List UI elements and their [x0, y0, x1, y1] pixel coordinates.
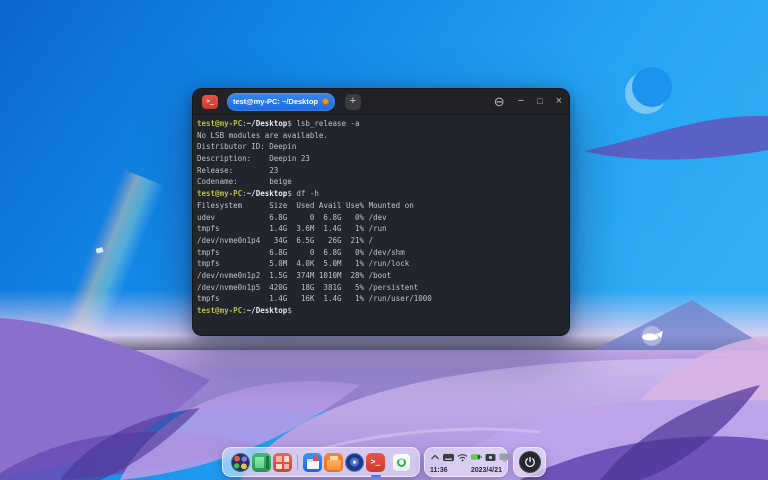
file-manager-icon[interactable]	[303, 453, 322, 472]
active-app-indicator	[371, 475, 381, 477]
minimize-icon[interactable]: −	[518, 96, 524, 107]
tab-title: test@my-PC: ~/Desktop	[233, 97, 318, 106]
close-icon[interactable]: ×	[556, 96, 562, 107]
dock	[222, 447, 420, 477]
terminal-line: Release: 23	[197, 165, 567, 177]
terminal-line: udev 6.8G 0 6.8G 0% /dev	[197, 212, 567, 224]
terminal-line: tmpfs 5.0M 4.0K 5.0M 1% /run/lock	[197, 258, 567, 270]
app-store-icon[interactable]	[324, 453, 343, 472]
clock-time[interactable]: 11:36	[430, 467, 448, 474]
terminal-titlebar[interactable]: test@my-PC: ~/Desktop + ⊖ − □ ×	[193, 89, 569, 115]
manual-icon[interactable]	[252, 453, 271, 472]
trash-icon[interactable]	[392, 453, 411, 472]
collaboration-icon[interactable]	[499, 452, 510, 462]
new-tab-button[interactable]: +	[345, 94, 361, 110]
keyboard-icon[interactable]	[443, 452, 454, 462]
terminal-app-icon	[202, 95, 218, 109]
capture-icon[interactable]	[485, 452, 496, 462]
terminal-line: Description: Deepin 23	[197, 153, 567, 165]
tray-icons-row	[430, 452, 502, 462]
terminal-tab[interactable]: test@my-PC: ~/Desktop	[227, 93, 335, 111]
wifi-icon[interactable]	[457, 452, 468, 462]
terminal-line: No LSB modules are available.	[197, 130, 567, 142]
battery-icon[interactable]	[471, 452, 482, 462]
terminal-line: tmpfs 1.4G 3.6M 1.4G 1% /run	[197, 223, 567, 235]
terminal-line: /dev/nvme0n1p2 1.5G 374M 1010M 28% /boot	[197, 270, 567, 282]
window-controls: ⊖ − □ ×	[494, 96, 562, 107]
system-tray: 11:36 2023/4/21	[424, 447, 508, 477]
maximize-icon[interactable]: □	[537, 96, 542, 107]
browser-icon[interactable]	[345, 453, 364, 472]
desktop: test@my-PC: ~/Desktop + ⊖ − □ × test@my-…	[0, 0, 768, 480]
terminal-line: test@my-PC:~/Desktop$ lsb_release -a	[197, 118, 567, 130]
terminal-line: /dev/nvme0n1p5 420G 18G 381G 5% /persist…	[197, 282, 567, 294]
terminal-line: Codename: beige	[197, 176, 567, 188]
terminal-content[interactable]: test@my-PC:~/Desktop$ lsb_release -aNo L…	[193, 115, 569, 335]
apps-grid-icon[interactable]	[273, 453, 292, 472]
terminal-line: test@my-PC:~/Desktop$	[197, 305, 567, 317]
dock-separator	[297, 454, 298, 470]
terminal-window: test@my-PC: ~/Desktop + ⊖ − □ × test@my-…	[192, 88, 570, 336]
power-icon	[519, 451, 541, 473]
terminal-line: tmpfs 1.4G 16K 1.4G 1% /run/user/1000	[197, 293, 567, 305]
terminal-icon[interactable]	[366, 453, 385, 472]
terminal-line: /dev/nvme0n1p4 34G 6.5G 26G 21% /	[197, 235, 567, 247]
window-menu-icon[interactable]: ⊖	[494, 96, 505, 107]
launcher-icon[interactable]	[231, 453, 250, 472]
clock-date[interactable]: 2023/4/21	[471, 467, 502, 474]
terminal-line: Filesystem Size Used Avail Use% Mounted …	[197, 200, 567, 212]
terminal-line: test@my-PC:~/Desktop$ df -h	[197, 188, 567, 200]
terminal-line: tmpfs 6.8G 0 6.8G 0% /dev/shm	[197, 247, 567, 259]
terminal-line: Distributor ID: Deepin	[197, 141, 567, 153]
expand-icon[interactable]	[430, 452, 440, 462]
power-button[interactable]	[513, 447, 546, 477]
tab-close-icon[interactable]	[322, 98, 329, 105]
tray-datetime-row: 11:36 2023/4/21	[430, 467, 502, 474]
